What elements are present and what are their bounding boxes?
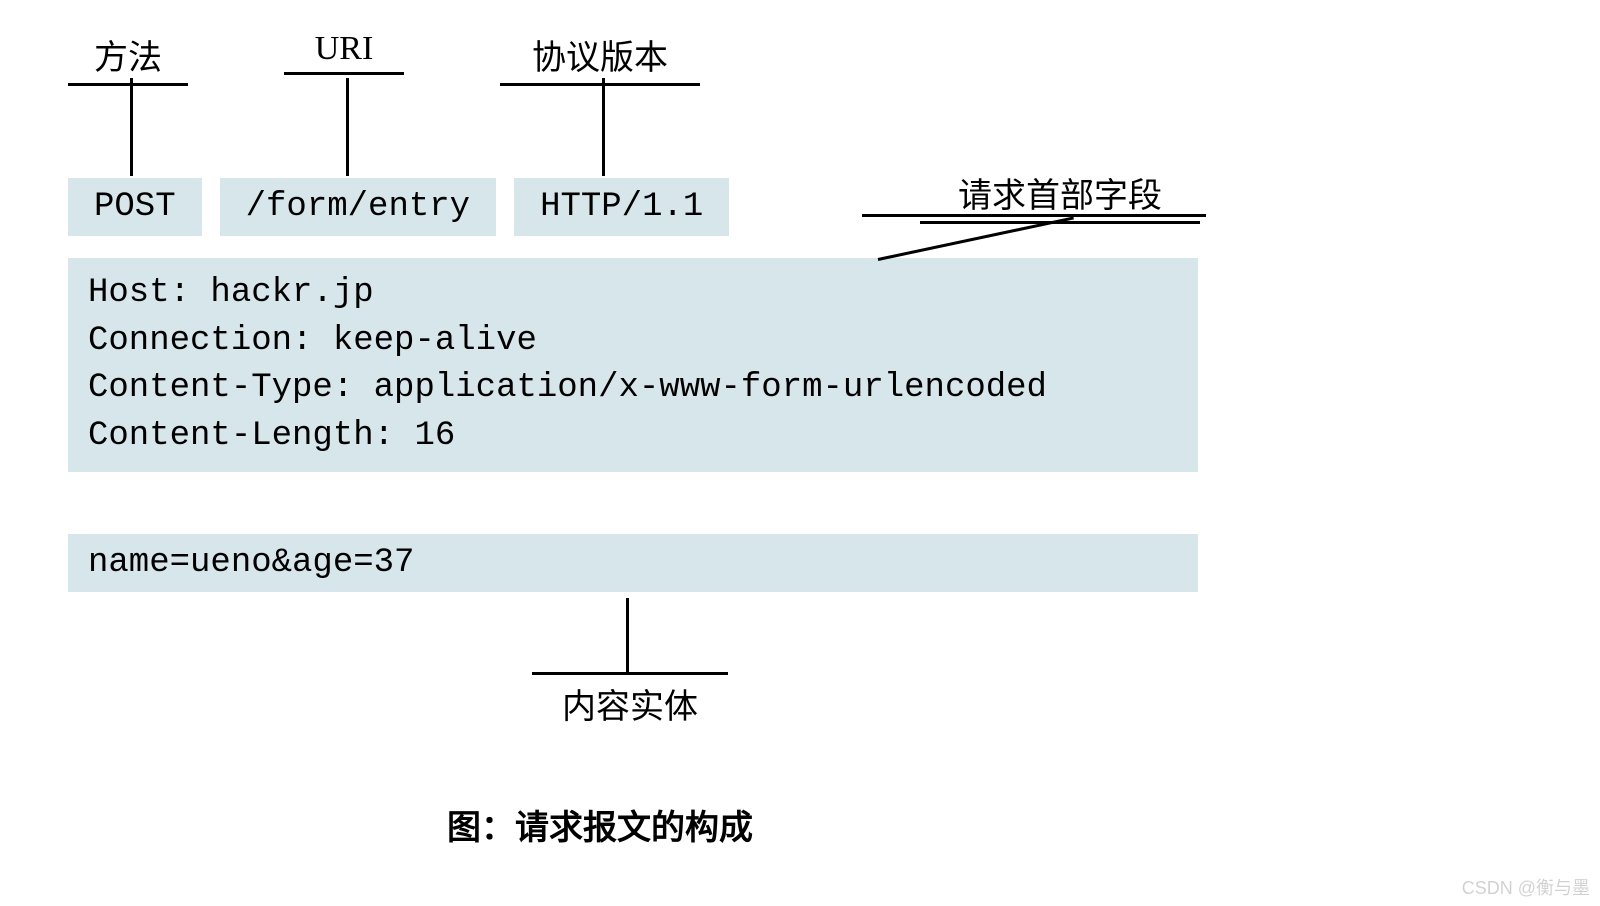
label-method: 方法 bbox=[68, 30, 188, 86]
label-body: 内容实体 bbox=[532, 672, 728, 728]
tick-body bbox=[626, 598, 629, 672]
pill-method: POST bbox=[68, 178, 202, 236]
body-block: name=ueno&age=37 bbox=[68, 534, 1198, 592]
tick-uri bbox=[346, 78, 349, 176]
label-uri: URI bbox=[284, 30, 404, 75]
header-line: Content-Type: application/x-www-form-url… bbox=[88, 365, 1178, 413]
header-line: Content-Length: 16 bbox=[88, 413, 1178, 461]
request-line: POST /form/entry HTTP/1.1 bbox=[68, 178, 729, 236]
headers-block: Host: hackr.jp Connection: keep-alive Co… bbox=[68, 258, 1198, 472]
watermark: CSDN @衡与墨 bbox=[1462, 874, 1590, 900]
label-version: 协议版本 bbox=[500, 30, 700, 86]
pill-version: HTTP/1.1 bbox=[514, 178, 729, 236]
tick-method bbox=[130, 78, 133, 176]
pill-uri: /form/entry bbox=[220, 178, 496, 236]
header-line: Connection: keep-alive bbox=[88, 318, 1178, 366]
label-headers-underline bbox=[862, 214, 1206, 217]
tick-version bbox=[602, 78, 605, 176]
figure-caption: 图：请求报文的构成 bbox=[0, 800, 1200, 849]
header-line: Host: hackr.jp bbox=[88, 270, 1178, 318]
label-body-wrap: 内容实体 bbox=[500, 672, 760, 728]
